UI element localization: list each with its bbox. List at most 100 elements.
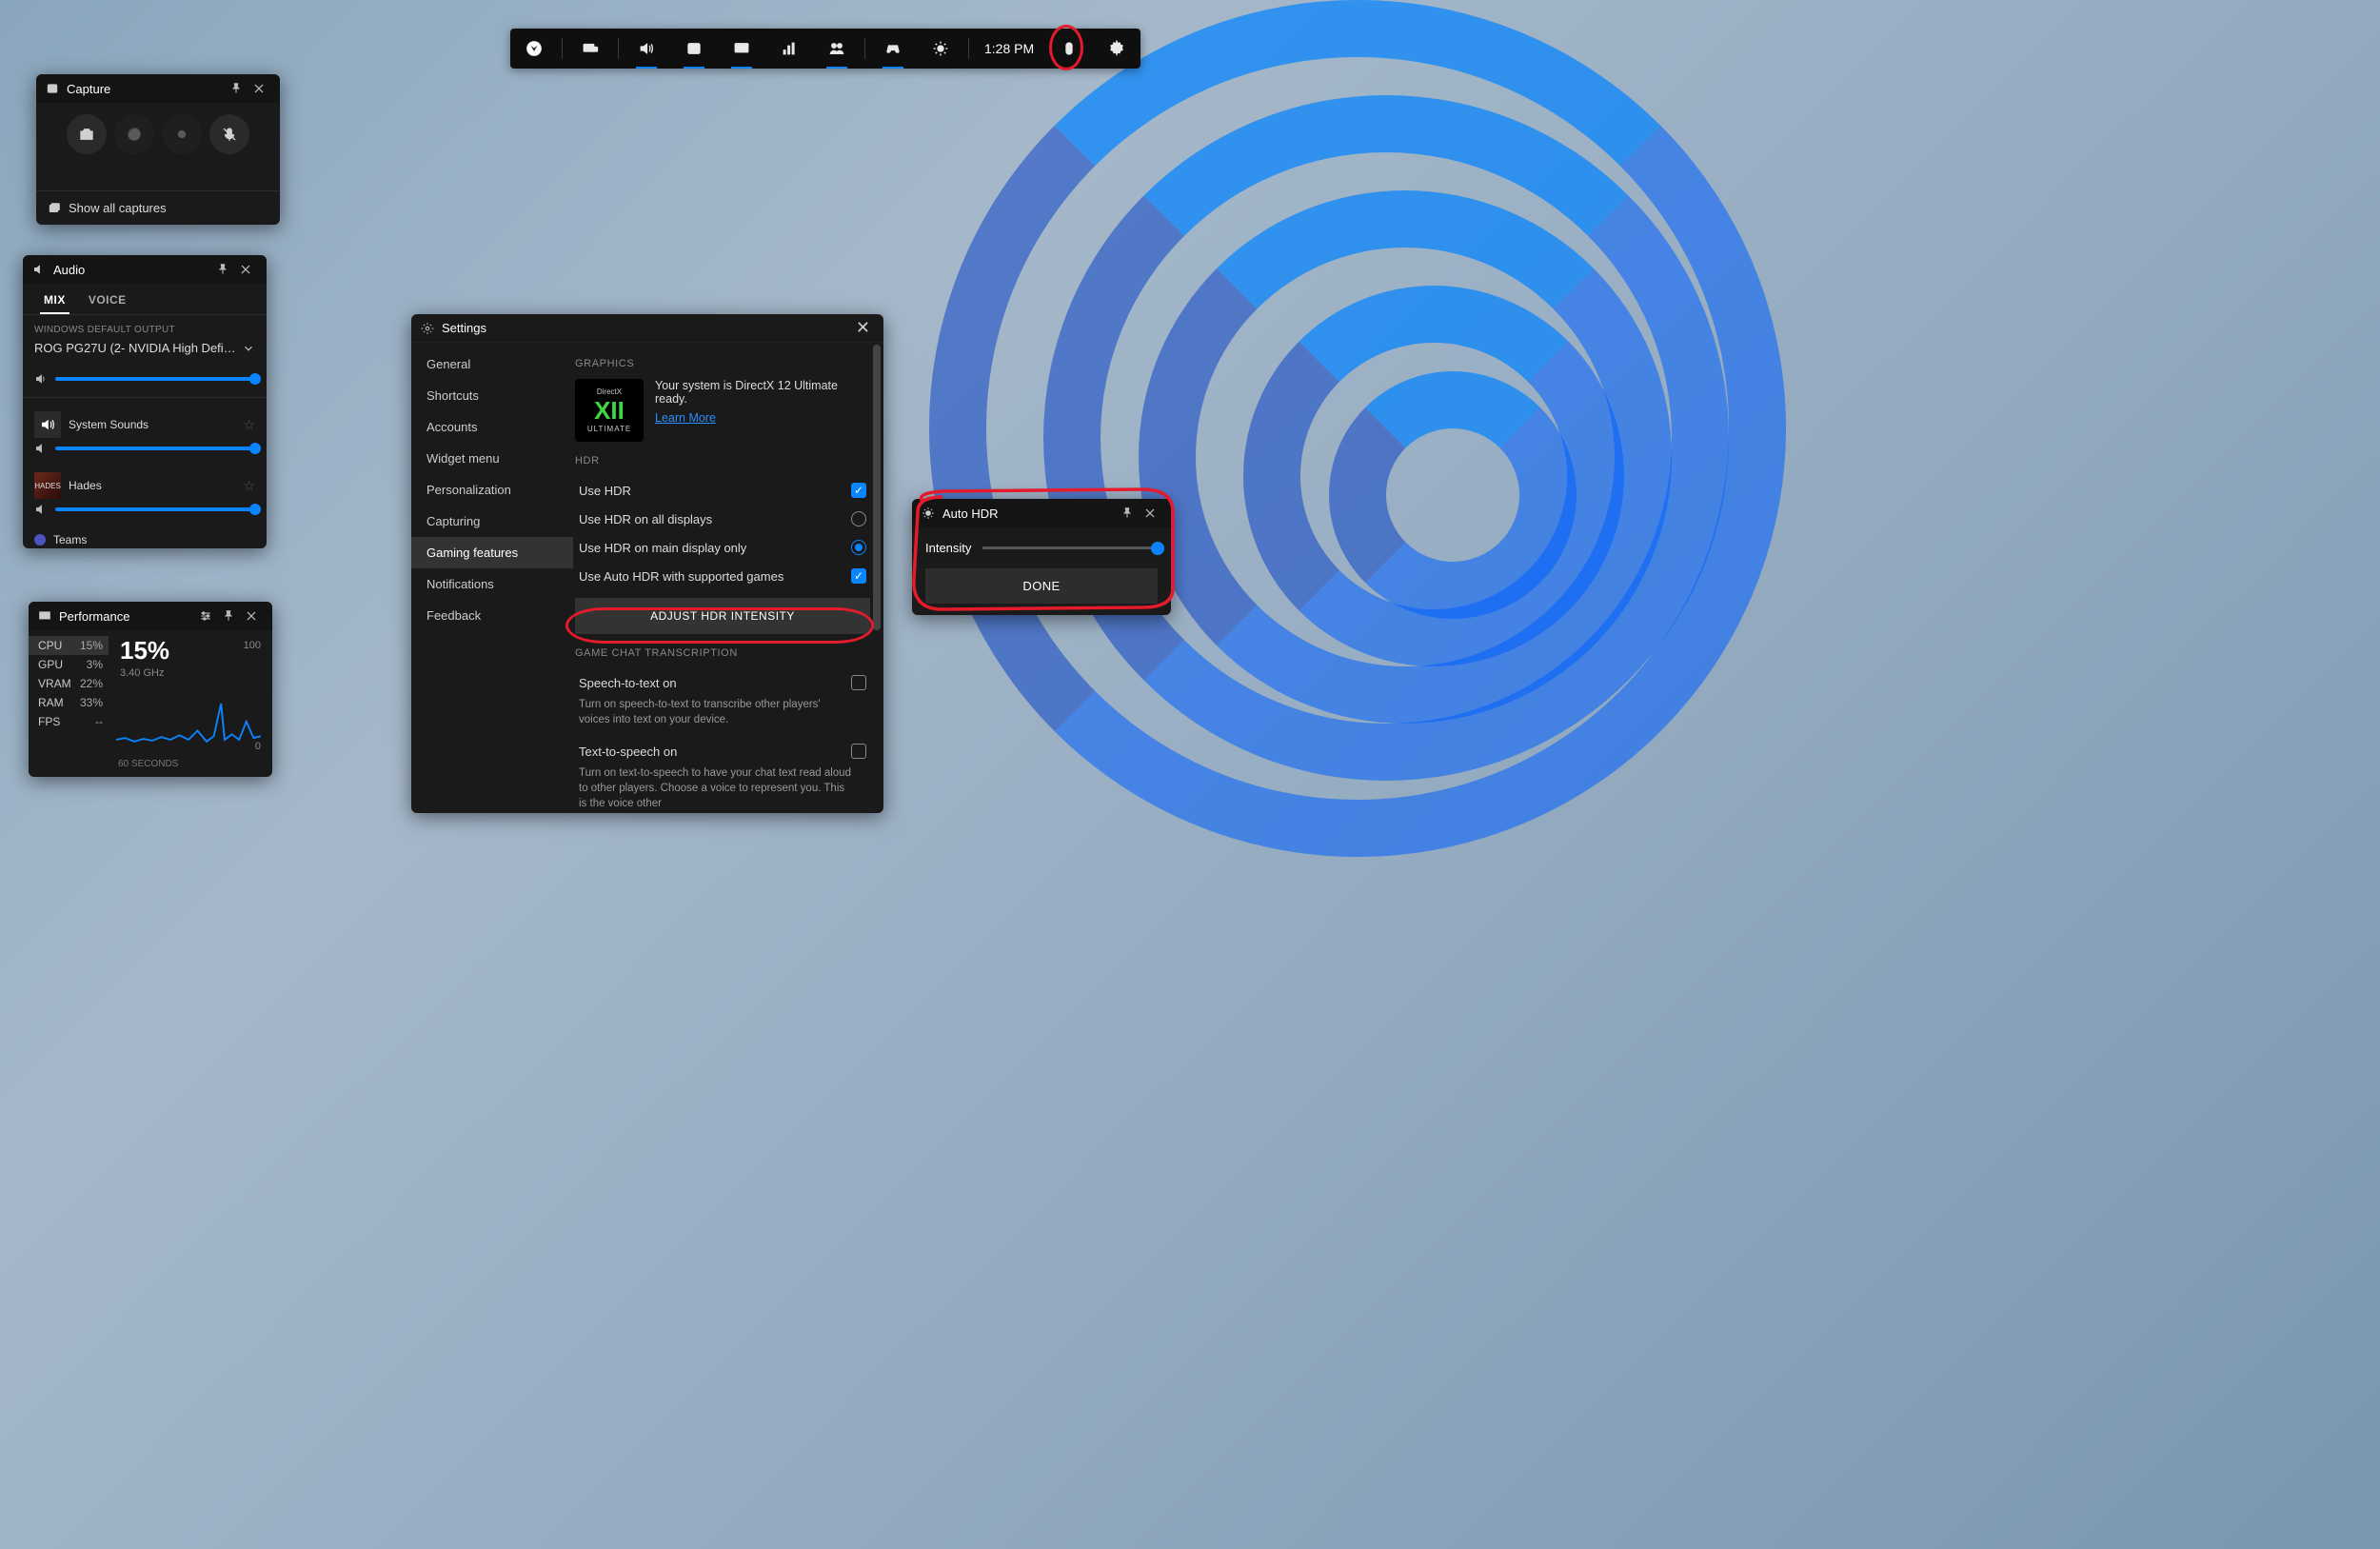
pin-button[interactable] xyxy=(225,77,248,100)
close-button[interactable] xyxy=(240,605,263,627)
settings-scrollbar[interactable] xyxy=(873,345,881,809)
adjust-hdr-intensity-button[interactable]: ADJUST HDR INTENSITY xyxy=(575,598,870,634)
text-to-speech-toggle[interactable]: Text-to-speech on xyxy=(575,737,870,765)
close-button[interactable] xyxy=(248,77,270,100)
nav-widget-menu[interactable]: Widget menu xyxy=(411,443,573,474)
hdr-all-displays-radio[interactable]: Use HDR on all displays xyxy=(575,505,870,533)
game-bar-toolbar: 1:28 PM xyxy=(510,29,1140,69)
system-sounds-icon xyxy=(34,411,61,438)
performance-icon xyxy=(38,609,51,623)
volume-slider[interactable] xyxy=(55,507,255,511)
settings-panel: Settings ✕ General Shortcuts Accounts Wi… xyxy=(411,314,883,813)
speaker-icon xyxy=(34,372,48,386)
audio-widget-icon[interactable] xyxy=(623,29,670,69)
perf-metrics-list: CPU15% GPU3% VRAM22% RAM33% FPS-- xyxy=(29,630,109,775)
section-chat-transcription: GAME CHAT TRANSCRIPTION xyxy=(575,647,870,659)
audio-widget: Audio MIX VOICE WINDOWS DEFAULT OUTPUT R… xyxy=(23,255,267,548)
intensity-label: Intensity xyxy=(925,541,971,555)
master-volume-slider[interactable] xyxy=(55,377,255,381)
favorite-star[interactable]: ☆ xyxy=(243,478,255,494)
perf-row-cpu[interactable]: CPU15% xyxy=(29,636,109,655)
perf-axis-max: 100 xyxy=(244,640,261,651)
brightness-icon xyxy=(922,506,935,520)
perf-row-fps[interactable]: FPS-- xyxy=(38,712,109,731)
nav-accounts[interactable]: Accounts xyxy=(411,411,573,443)
capture-title: Capture xyxy=(67,82,110,96)
close-button[interactable]: ✕ xyxy=(852,318,874,338)
perf-row-ram[interactable]: RAM33% xyxy=(38,693,109,712)
pin-button[interactable] xyxy=(211,258,234,281)
perf-row-gpu[interactable]: GPU3% xyxy=(38,655,109,674)
resources-icon[interactable] xyxy=(765,29,813,69)
xbox-button[interactable] xyxy=(510,29,558,69)
nav-personalization[interactable]: Personalization xyxy=(411,474,573,506)
record-last-button[interactable] xyxy=(114,114,154,154)
app-volume-teams: Teams xyxy=(23,529,267,548)
nav-gaming-features[interactable]: Gaming features xyxy=(411,537,573,568)
screenshot-button[interactable] xyxy=(67,114,107,154)
default-output-label: WINDOWS DEFAULT OUTPUT xyxy=(23,315,267,339)
tab-mix[interactable]: MIX xyxy=(32,284,77,314)
app-volume-system-sounds: System Sounds ☆ xyxy=(23,407,267,459)
stt-desc: Turn on speech-to-text to transcribe oth… xyxy=(575,697,870,737)
settings-title: Settings xyxy=(442,321,852,335)
close-button[interactable] xyxy=(234,258,257,281)
nav-capturing[interactable]: Capturing xyxy=(411,506,573,537)
intensity-slider[interactable] xyxy=(982,546,1158,549)
nav-feedback[interactable]: Feedback xyxy=(411,600,573,631)
done-button[interactable]: DONE xyxy=(925,568,1158,604)
hdr-main-display-radio[interactable]: Use HDR on main display only xyxy=(575,533,870,562)
use-hdr-toggle[interactable]: Use HDR xyxy=(575,476,870,505)
mouse-icon[interactable] xyxy=(1045,29,1093,69)
options-button[interactable] xyxy=(194,605,217,627)
output-device-select[interactable]: ROG PG27U (2- NVIDIA High Definition A… xyxy=(23,339,267,365)
settings-gear-icon[interactable] xyxy=(1093,29,1140,69)
settings-content: GRAPHICS DirectX XII ULTIMATE Your syste… xyxy=(573,343,883,813)
performance-widget-icon[interactable] xyxy=(718,29,765,69)
volume-slider[interactable] xyxy=(55,447,255,450)
display-connect-icon[interactable] xyxy=(566,29,614,69)
hades-icon: HADES xyxy=(34,472,61,499)
capture-buttons-row xyxy=(36,103,280,164)
close-button[interactable] xyxy=(1139,502,1161,525)
perf-subvalue: 3.40 GHz xyxy=(120,667,261,679)
nav-general[interactable]: General xyxy=(411,348,573,380)
audio-icon xyxy=(32,263,46,276)
section-hdr: HDR xyxy=(575,455,870,467)
tab-voice[interactable]: VOICE xyxy=(77,284,138,314)
pin-button[interactable] xyxy=(1116,502,1139,525)
master-volume-row xyxy=(23,365,267,389)
show-all-captures-link[interactable]: Show all captures xyxy=(36,190,280,225)
perf-chart xyxy=(116,693,261,750)
directx-badge: DirectX XII ULTIMATE xyxy=(575,379,644,442)
perf-row-vram[interactable]: VRAM22% xyxy=(38,674,109,693)
record-button[interactable] xyxy=(162,114,202,154)
settings-nav: General Shortcuts Accounts Widget menu P… xyxy=(411,343,573,813)
teams-icon xyxy=(34,534,46,546)
gfx-status-text: Your system is DirectX 12 Ultimate ready… xyxy=(655,379,870,406)
auto-hdr-toggle[interactable]: Use Auto HDR with supported games xyxy=(575,562,870,590)
speaker-icon xyxy=(34,442,48,455)
capture-icon xyxy=(46,82,59,95)
pin-button[interactable] xyxy=(217,605,240,627)
capture-widget: Capture Show all captures xyxy=(36,74,280,225)
gamepad-icon[interactable] xyxy=(869,29,917,69)
auto-hdr-widget: Auto HDR Intensity DONE xyxy=(912,499,1171,615)
perf-xaxis-label: 60 SECONDS xyxy=(118,759,178,769)
clock: 1:28 PM xyxy=(973,41,1045,56)
favorite-star[interactable]: ☆ xyxy=(243,417,255,433)
nav-shortcuts[interactable]: Shortcuts xyxy=(411,380,573,411)
capture-widget-icon[interactable] xyxy=(670,29,718,69)
xbox-social-icon[interactable] xyxy=(813,29,861,69)
speech-to-text-toggle[interactable]: Speech-to-text on xyxy=(575,668,870,697)
tts-desc: Turn on text-to-speech to have your chat… xyxy=(575,765,870,813)
audio-title: Audio xyxy=(53,263,85,277)
brightness-icon[interactable] xyxy=(917,29,964,69)
learn-more-link[interactable]: Learn More xyxy=(655,411,870,425)
mic-mute-button[interactable] xyxy=(209,114,249,154)
performance-widget: Performance CPU15% GPU3% VRAM22% RAM33% … xyxy=(29,602,272,777)
auto-hdr-title: Auto HDR xyxy=(942,506,999,521)
nav-notifications[interactable]: Notifications xyxy=(411,568,573,600)
section-graphics: GRAPHICS xyxy=(575,358,870,369)
app-volume-hades: HADES Hades ☆ xyxy=(23,468,267,520)
